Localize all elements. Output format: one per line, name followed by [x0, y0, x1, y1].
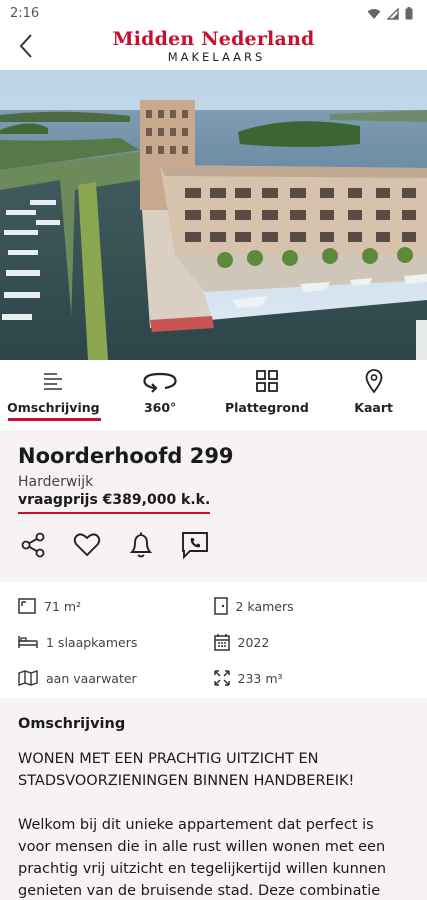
feature-location-value: aan vaarwater — [46, 670, 137, 686]
favorite-button[interactable] — [72, 530, 102, 560]
text-lines-icon — [42, 368, 64, 394]
tab-label: Kaart — [354, 400, 393, 415]
tab-360[interactable]: 360° — [107, 360, 214, 430]
feature-bedrooms: 1 slaapkamers — [18, 635, 214, 650]
signal-icon — [386, 7, 399, 25]
chevron-left-icon — [19, 34, 32, 58]
listing-city: Harderwijk — [18, 474, 94, 490]
tab-label: Plattegrond — [224, 400, 309, 415]
door-icon — [213, 597, 228, 615]
detail-tabs: Omschrijving 360° Plattegrond Kaart — [0, 360, 427, 430]
map-icon — [18, 670, 38, 686]
rotate-360-icon — [143, 368, 177, 394]
app-header: Midden Nederland MAKELAARS — [0, 28, 427, 70]
notify-button[interactable] — [126, 530, 156, 560]
feature-rooms: 2 kamers — [213, 597, 410, 615]
calendar-icon — [213, 634, 230, 651]
bed-icon — [18, 636, 38, 648]
description-heading: Omschrijving — [18, 716, 126, 732]
share-icon — [21, 532, 45, 558]
status-icons — [367, 7, 413, 25]
area-icon — [18, 598, 36, 614]
feature-area-value: 71 m² — [44, 598, 82, 614]
listing-summary: Noorderhoofd 299 Harderwijk vraagprijs €… — [0, 430, 427, 582]
description-body: Welkom bij dit unieke appartement dat pe… — [18, 817, 387, 899]
feature-volume: 233 m³ — [213, 670, 410, 686]
bell-icon — [129, 532, 153, 558]
features-row: 1 slaapkamers 2022 — [18, 624, 409, 660]
share-button[interactable] — [18, 530, 48, 560]
heart-icon — [73, 533, 101, 557]
feature-location: aan vaarwater — [18, 670, 214, 686]
tab-kaart[interactable]: Kaart — [320, 360, 427, 430]
feature-area: 71 m² — [18, 598, 214, 614]
tab-label: Omschrijving — [7, 400, 100, 415]
description-section: Omschrijving WONEN MET EEN PRACHTIG UITZ… — [0, 698, 427, 900]
listing-price: vraagprijs €389,000 k.k. — [18, 492, 211, 514]
wifi-icon — [367, 7, 381, 25]
property-photo[interactable] — [0, 70, 427, 360]
map-pin-icon — [365, 368, 383, 394]
brand-logo: Midden Nederland MAKELAARS — [0, 28, 427, 64]
feature-bedrooms-value: 1 slaapkamers — [46, 634, 138, 650]
logo-line2: MAKELAARS — [167, 50, 266, 64]
tab-plattegrond[interactable]: Plattegrond — [214, 360, 321, 430]
contact-button[interactable] — [180, 530, 210, 560]
property-features: 71 m² 2 kamers 1 slaapkamers 2022 aan va… — [0, 582, 427, 698]
logo-line1: Midden Nederland — [112, 28, 315, 50]
action-bar — [18, 530, 409, 560]
features-row: 71 m² 2 kamers — [18, 588, 409, 624]
feature-year: 2022 — [213, 633, 410, 651]
chat-phone-icon — [182, 532, 208, 559]
feature-year-value: 2022 — [237, 634, 270, 650]
status-time: 2:16 — [10, 6, 40, 21]
tab-omschrijving[interactable]: Omschrijving — [0, 360, 107, 430]
back-button[interactable] — [10, 30, 42, 62]
volume-icon — [213, 670, 230, 686]
tab-label: 360° — [143, 400, 177, 415]
listing-title: Noorderhoofd 299 — [18, 444, 234, 468]
status-bar: 2:16 — [0, 0, 427, 28]
feature-rooms-value: 2 kamers — [235, 598, 294, 614]
floorplan-icon — [255, 368, 279, 394]
feature-volume-value: 233 m³ — [237, 670, 283, 686]
description-intro: WONEN MET EEN PRACHTIG UITZICHT EN STADS… — [18, 751, 355, 789]
features-row: aan vaarwater 233 m³ — [18, 660, 409, 696]
battery-icon — [405, 7, 413, 25]
